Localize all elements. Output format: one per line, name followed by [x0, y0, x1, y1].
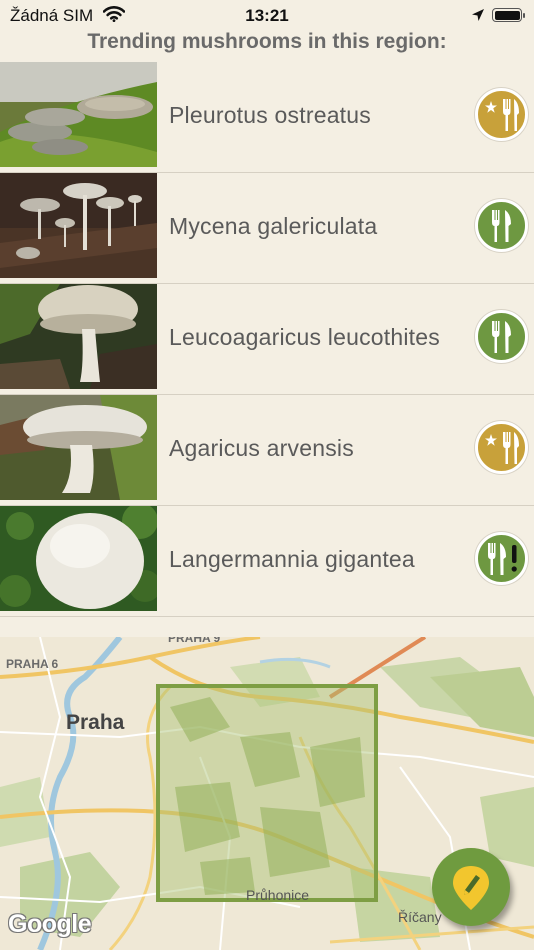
edible-caution-icon [475, 532, 528, 585]
choice-edible-icon [475, 88, 528, 141]
battery-icon [492, 8, 525, 22]
mushroom-photo [0, 173, 157, 278]
pencil-pin-icon [453, 866, 489, 910]
mushroom-name: Leucoagaricus leucothites [169, 323, 440, 350]
list-item[interactable]: Agaricus arvensis [0, 395, 534, 506]
add-observation-button[interactable] [432, 848, 510, 926]
location-arrow-icon [471, 8, 485, 27]
mushroom-photo [0, 284, 157, 389]
map-label-pruhonice: Průhonice [246, 887, 310, 903]
page-title: Trending mushrooms in this region: [87, 30, 447, 53]
clock: 13:21 [245, 6, 289, 25]
mushroom-name: Langermannia gigantea [169, 545, 415, 572]
map-label-praha-9: PRAHA 9 [168, 637, 221, 645]
choice-edible-icon [475, 421, 528, 474]
mushroom-photo [0, 395, 157, 500]
list-item[interactable]: Langermannia gigantea [0, 506, 534, 617]
map-label-praha: Praha [66, 711, 125, 734]
mushroom-photo [0, 62, 157, 167]
list-item[interactable]: Pleurotus ostreatus [0, 62, 534, 173]
mushroom-name: Mycena galericulata [169, 212, 378, 239]
status-bar: Žádná SIM 13:21 [0, 0, 534, 30]
list-item[interactable]: Leucoagaricus leucothites [0, 284, 534, 395]
mushroom-photo [0, 506, 157, 611]
list-item[interactable]: Mycena galericulata [0, 173, 534, 284]
mushroom-list: Pleurotus ostreatus Mycena galericulata … [0, 62, 534, 617]
google-attribution: Google [8, 910, 92, 938]
mushroom-name: Agaricus arvensis [169, 434, 354, 461]
edible-icon [475, 199, 528, 252]
edible-icon [475, 310, 528, 363]
map-label-praha-6: PRAHA 6 [6, 657, 59, 671]
mushroom-name: Pleurotus ostreatus [169, 101, 371, 128]
